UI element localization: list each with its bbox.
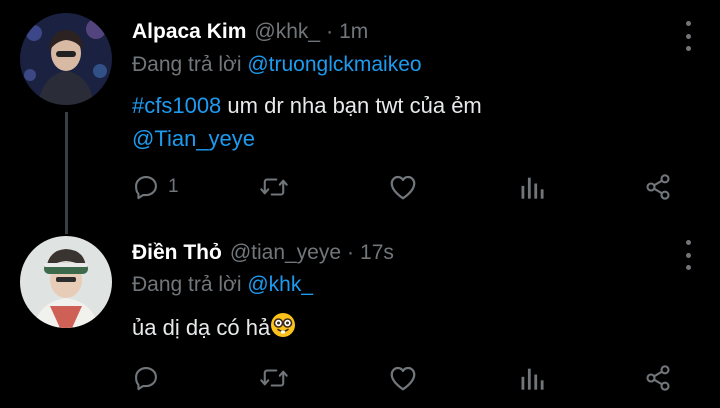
timestamp[interactable]: 17s [360, 241, 394, 265]
replying-to-line: Đang trả lời @truonglckmaikeo [132, 53, 422, 77]
more-icon[interactable] [682, 21, 694, 51]
tweet-header: Alpaca Kim @khk_ · 1m [132, 20, 660, 44]
share-button[interactable] [644, 172, 672, 202]
separator-dot: · [347, 241, 355, 264]
view-stats-button[interactable] [519, 172, 545, 202]
nerd-face-emoji-icon [271, 313, 296, 337]
hashtag-link[interactable]: #cfs1008 [132, 93, 221, 118]
display-name[interactable]: Điền Thỏ [132, 241, 222, 265]
retweet-button[interactable] [259, 172, 289, 202]
replying-to-mention[interactable]: @khk_ [247, 273, 313, 296]
reply-button[interactable]: 1 [132, 172, 179, 202]
like-button[interactable] [388, 172, 418, 202]
tweet[interactable]: Alpaca Kim @khk_ · 1m Đang trả lời @truo… [0, 0, 720, 234]
share-button[interactable] [644, 363, 672, 393]
replying-to-label: Đang trả lời [132, 273, 242, 296]
user-handle[interactable]: @khk_ [254, 20, 320, 44]
like-icon [390, 366, 416, 391]
reply-button[interactable] [132, 363, 160, 393]
timestamp[interactable]: 1m [339, 20, 368, 44]
reply-icon [135, 367, 157, 391]
share-icon [646, 174, 670, 200]
tweet-actions [132, 363, 692, 397]
like-button[interactable] [388, 363, 418, 393]
retweet-button[interactable] [259, 363, 289, 393]
retweet-icon [260, 369, 288, 387]
share-icon [646, 365, 670, 391]
tweet-actions: 1 [132, 172, 692, 206]
view-stats-button[interactable] [519, 363, 545, 393]
replying-to-line: Đang trả lời @khk_ [132, 273, 313, 297]
user-handle[interactable]: @tian_yeye [230, 241, 341, 265]
like-icon [390, 175, 416, 200]
avatar[interactable] [20, 236, 112, 328]
retweet-icon [260, 178, 288, 196]
avatar[interactable] [20, 13, 112, 105]
avatar-image [20, 236, 112, 328]
more-icon[interactable] [682, 240, 694, 270]
thread-connector-line [65, 112, 68, 234]
reply-icon [135, 176, 157, 200]
stats-icon [521, 368, 544, 390]
replying-to-mention[interactable]: @truonglckmaikeo [247, 53, 421, 76]
stats-icon [521, 177, 544, 199]
replying-to-label: Đang trả lời [132, 53, 242, 76]
tweet-header: Điền Thỏ @tian_yeye · 17s [132, 241, 660, 265]
separator-dot: · [326, 20, 334, 43]
tweet-text-content: um dr nha bạn twt của ẻm [221, 93, 482, 118]
tweet[interactable]: Điền Thỏ @tian_yeye · 17s Đang trả lời @… [0, 228, 720, 408]
mention-link[interactable]: @Tian_yeye [132, 126, 255, 151]
avatar-image [20, 13, 112, 105]
reply-count: 1 [168, 176, 179, 197]
tweet-text: #cfs1008 um dr nha bạn twt của ẻm @Tian_… [132, 89, 652, 155]
tweet-text-content: ủa dị dạ có hả [132, 315, 271, 340]
tweet-text: ủa dị dạ có hả [132, 311, 652, 344]
display-name[interactable]: Alpaca Kim [132, 20, 246, 44]
